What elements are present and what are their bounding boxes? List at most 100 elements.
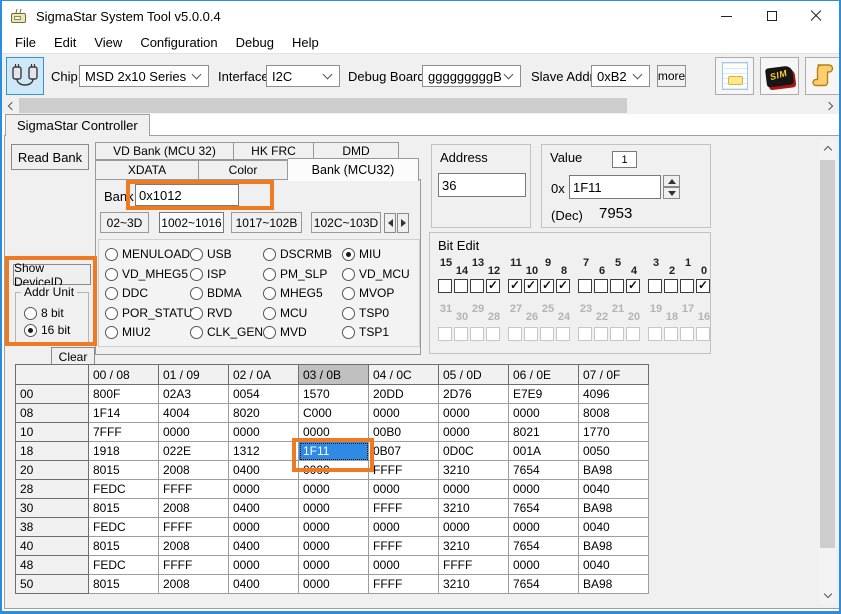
- register-cell[interactable]: 0000: [369, 404, 439, 423]
- register-cell[interactable]: FEDC: [89, 518, 159, 537]
- register-cell[interactable]: FFFF: [369, 461, 439, 480]
- register-cell[interactable]: 0000: [509, 404, 579, 423]
- column-header[interactable]: 03 / 0B: [299, 365, 369, 385]
- register-cell[interactable]: 2D76: [439, 385, 509, 404]
- spinner-down-button[interactable]: [663, 187, 680, 199]
- bit-checkbox-7[interactable]: [578, 279, 592, 293]
- register-cell[interactable]: 0000: [369, 480, 439, 499]
- module-radio-rvd[interactable]: RVD: [190, 306, 232, 320]
- show-deviceid-button[interactable]: Show DeviceID: [13, 264, 91, 285]
- register-cell[interactable]: 1F14: [89, 404, 159, 423]
- debug-board-select[interactable]: gggggggggB: [422, 65, 521, 87]
- spinner-up-button[interactable]: [663, 175, 680, 187]
- range-tab-1017-102b[interactable]: 1017~102B: [231, 212, 302, 233]
- register-cell[interactable]: 0000: [439, 423, 509, 442]
- register-cell[interactable]: 0000: [369, 518, 439, 537]
- register-cell[interactable]: 0400: [229, 537, 299, 556]
- register-cell[interactable]: 3210: [439, 499, 509, 518]
- register-cell[interactable]: E7E9: [509, 385, 579, 404]
- slave-addr-select[interactable]: 0xB2: [591, 65, 650, 87]
- bit-checkbox-9[interactable]: [540, 279, 554, 293]
- module-radio-dscrmb[interactable]: DSCRMB: [263, 247, 332, 261]
- module-radio-por-statu[interactable]: POR_STATU: [105, 306, 192, 320]
- menu-item-configuration[interactable]: Configuration: [131, 35, 226, 50]
- module-radio-usb[interactable]: USB: [190, 247, 232, 261]
- menu-item-view[interactable]: View: [85, 35, 131, 50]
- register-cell[interactable]: 0000: [439, 518, 509, 537]
- register-cell[interactable]: 2008: [159, 537, 229, 556]
- register-cell[interactable]: FFFF: [159, 556, 229, 575]
- scroll-left-button[interactable]: [2, 97, 19, 114]
- register-cell[interactable]: 3210: [439, 537, 509, 556]
- register-cell[interactable]: 0000: [299, 537, 369, 556]
- register-cell[interactable]: 0040: [579, 518, 649, 537]
- horizontal-scrollbar-thumb[interactable]: [19, 98, 627, 113]
- interface-select[interactable]: I2C: [266, 65, 340, 87]
- register-cell[interactable]: 0000: [509, 518, 579, 537]
- register-cell[interactable]: 4004: [159, 404, 229, 423]
- register-cell[interactable]: 0000: [159, 423, 229, 442]
- register-cell[interactable]: FFFF: [369, 537, 439, 556]
- bit-checkbox-12[interactable]: [486, 279, 500, 293]
- bit-checkbox-0[interactable]: [696, 279, 710, 293]
- register-cell[interactable]: BA98: [579, 575, 649, 594]
- row-header[interactable]: 10: [16, 423, 89, 442]
- module-radio-clk-gen[interactable]: CLK_GEN: [190, 325, 263, 339]
- close-button[interactable]: [794, 1, 839, 31]
- register-cell[interactable]: 0000: [369, 556, 439, 575]
- register-cell[interactable]: 0000: [439, 480, 509, 499]
- register-cell[interactable]: 8015: [89, 537, 159, 556]
- register-cell[interactable]: FFFF: [439, 556, 509, 575]
- scroll-down-button[interactable]: [819, 587, 836, 604]
- menu-item-help[interactable]: Help: [283, 35, 328, 50]
- maximize-button[interactable]: [749, 1, 794, 31]
- tab-vd-bank-mcu-32[interactable]: VD Bank (MCU 32): [95, 142, 234, 160]
- row-header[interactable]: 20: [16, 461, 89, 480]
- module-radio-miu2[interactable]: MIU2: [105, 325, 151, 339]
- address-input[interactable]: [438, 173, 526, 197]
- scroll-right-button[interactable]: [822, 97, 839, 114]
- bit-checkbox-6[interactable]: [594, 279, 608, 293]
- module-radio-tsp1[interactable]: TSP1: [342, 325, 389, 339]
- register-cell[interactable]: 2008: [159, 575, 229, 594]
- bit-checkbox-3[interactable]: [648, 279, 662, 293]
- register-cell[interactable]: 0040: [579, 480, 649, 499]
- module-radio-miu[interactable]: MIU: [342, 247, 381, 261]
- column-header[interactable]: 00 / 08: [89, 365, 159, 385]
- range-tabs-next-button[interactable]: [397, 213, 409, 233]
- bit-checkbox-14[interactable]: [454, 279, 468, 293]
- register-cell[interactable]: 8015: [89, 575, 159, 594]
- register-cell[interactable]: 800F: [89, 385, 159, 404]
- column-header[interactable]: 01 / 09: [159, 365, 229, 385]
- register-cell[interactable]: 7654: [509, 461, 579, 480]
- more-button[interactable]: more: [657, 65, 686, 87]
- bit-checkbox-13[interactable]: [470, 279, 484, 293]
- read-bank-button[interactable]: Read Bank: [11, 144, 89, 170]
- bit-checkbox-4[interactable]: [626, 279, 640, 293]
- register-cell[interactable]: 0050: [579, 442, 649, 461]
- register-cell[interactable]: 8015: [89, 461, 159, 480]
- register-cell[interactable]: FFFF: [159, 480, 229, 499]
- sim-book-button[interactable]: SIM: [760, 57, 799, 95]
- register-cell[interactable]: 0000: [299, 423, 369, 442]
- register-cell[interactable]: FFFF: [369, 575, 439, 594]
- bit-checkbox-2[interactable]: [664, 279, 678, 293]
- register-cell[interactable]: 0000: [509, 480, 579, 499]
- module-radio-isp[interactable]: ISP: [190, 267, 226, 281]
- module-radio-bdma[interactable]: BDMA: [190, 286, 242, 300]
- register-cell[interactable]: FEDC: [89, 480, 159, 499]
- register-cell[interactable]: 7FFF: [89, 423, 159, 442]
- register-cell[interactable]: FEDC: [89, 556, 159, 575]
- module-radio-tsp0[interactable]: TSP0: [342, 306, 389, 320]
- register-form-button[interactable]: [715, 57, 754, 95]
- module-radio-menuload[interactable]: MENULOAD: [105, 247, 190, 261]
- register-cell[interactable]: 0000: [299, 518, 369, 537]
- register-cell[interactable]: 1F11: [299, 442, 369, 461]
- bit-checkbox-5[interactable]: [610, 279, 624, 293]
- value-hex-input[interactable]: [569, 175, 661, 199]
- register-cell[interactable]: BA98: [579, 461, 649, 480]
- register-cell[interactable]: 8008: [579, 404, 649, 423]
- row-header[interactable]: 50: [16, 575, 89, 594]
- range-tab-1002-1016[interactable]: 1002~1016: [159, 212, 224, 233]
- register-cell[interactable]: 8015: [89, 499, 159, 518]
